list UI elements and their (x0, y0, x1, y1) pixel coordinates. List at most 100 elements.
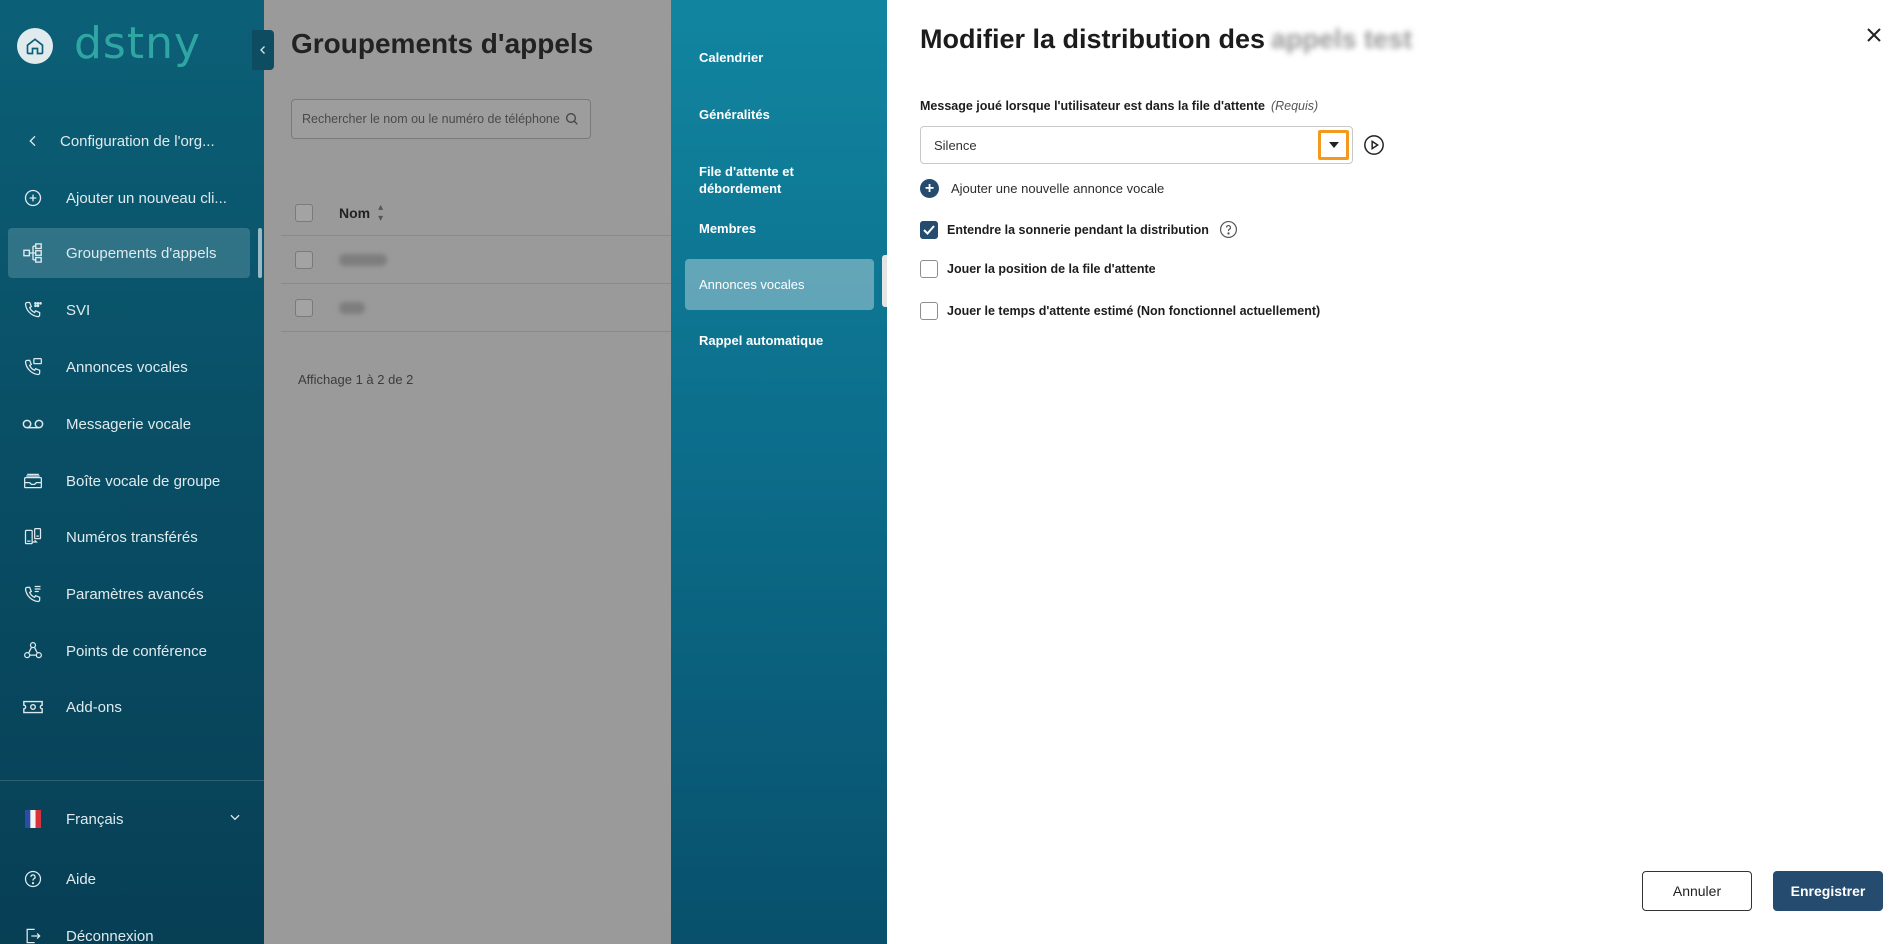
sidebar-item-label: Add-ons (66, 698, 122, 716)
queue-message-select[interactable]: Silence (920, 126, 1353, 164)
sidebar-item-call-groups[interactable]: Groupements d'appels (8, 228, 250, 278)
section-queue-overflow[interactable]: File d'attente et débordement (685, 163, 874, 197)
table-row[interactable] (281, 236, 671, 284)
logout-icon (8, 926, 58, 944)
home-icon (26, 38, 44, 55)
phone-keypad-icon (8, 300, 58, 320)
caret-down-icon (1328, 142, 1339, 148)
home-button[interactable] (17, 28, 53, 64)
sidebar-item-label: Ajouter un nouveau cli... (66, 189, 227, 207)
section-general[interactable]: Généralités (685, 106, 874, 123)
language-label: Français (66, 810, 124, 828)
cancel-button[interactable]: Annuler (1642, 871, 1752, 911)
collapse-sidebar-button[interactable] (252, 30, 274, 70)
help-circle-icon (8, 869, 58, 889)
section-auto-callback[interactable]: Rappel automatique (685, 332, 874, 349)
drawer-title-redacted: appels test (1271, 24, 1413, 54)
queue-message-value: Silence (934, 137, 977, 153)
french-flag-icon (8, 810, 58, 828)
estimated-wait-option[interactable]: Jouer le temps d'attente estimé (Non fon… (920, 302, 1320, 320)
voicemail-icon (8, 417, 58, 431)
plus-circle-icon: + (920, 179, 939, 198)
estimated-wait-checkbox[interactable] (920, 302, 938, 320)
dropdown-toggle[interactable] (1318, 130, 1349, 160)
search-icon (566, 113, 578, 125)
ringtone-label: Entendre la sonnerie pendant la distribu… (947, 222, 1209, 237)
search-input[interactable]: Rechercher le nom ou le numéro de téléph… (291, 99, 591, 139)
dstny-logo: dstny (74, 18, 202, 69)
sidebar-item-ivr[interactable]: SVI (8, 285, 250, 335)
help-circle-icon[interactable] (1219, 220, 1238, 239)
chevron-down-icon[interactable] (228, 810, 242, 829)
queue-message-label: Message joué lorsque l'utilisateur est d… (920, 99, 1318, 113)
conference-icon (8, 641, 58, 661)
row-checkbox[interactable] (295, 250, 313, 269)
sidebar-item-label: Points de conférence (66, 642, 207, 660)
hierarchy-icon (8, 243, 58, 263)
section-calendar[interactable]: Calendrier (685, 49, 874, 66)
sidebar-item-conference-points[interactable]: Points de conférence (8, 626, 250, 676)
page-title: Groupements d'appels (291, 28, 594, 59)
ringtone-during-distribution-option[interactable]: Entendre la sonnerie pendant la distribu… (920, 220, 1238, 239)
sidebar-item-label: Groupements d'appels (66, 244, 217, 262)
row-checkbox[interactable] (295, 298, 313, 317)
sidebar-item-voice-announcements[interactable]: Annonces vocales (8, 342, 250, 392)
edit-distribution-drawer: Modifier la distribution des appels test … (887, 0, 1902, 944)
sidebar-item-advanced-settings[interactable]: Paramètres avancés (8, 569, 250, 619)
sidebar-item-organisation-config[interactable]: Configuration de l'org... (8, 116, 250, 166)
sort-icon[interactable]: ▴ ▾ (378, 202, 383, 224)
close-button[interactable] (1866, 24, 1882, 48)
sidebar-item-group-voicebox[interactable]: Boîte vocale de groupe (8, 456, 250, 506)
close-icon (1867, 28, 1881, 42)
sidebar-item-label: Aide (66, 870, 97, 888)
section-navigation: Calendrier Généralités File d'attente et… (671, 0, 887, 944)
sidebar-item-label: Configuration de l'org... (60, 132, 215, 150)
sidebar-item-help[interactable]: Aide (8, 854, 250, 904)
sidebar-item-logout[interactable]: Déconnexion (8, 911, 250, 944)
sidebar-item-add-client[interactable]: Ajouter un nouveau cli... (8, 173, 250, 223)
language-selector[interactable]: Français (8, 794, 250, 844)
sidebar-item-add-ons[interactable]: Add-ons (8, 682, 250, 732)
pagination-info: Affichage 1 à 2 de 2 (298, 372, 414, 387)
phone-transfer-icon (8, 527, 58, 547)
save-button[interactable]: Enregistrer (1773, 871, 1883, 911)
queue-message-label-text: Message joué lorsque l'utilisateur est d… (920, 99, 1265, 113)
table-row[interactable] (281, 284, 671, 332)
plus-circle-icon (8, 188, 58, 208)
search-placeholder: Rechercher le nom ou le numéro de téléph… (302, 112, 560, 126)
phone-settings-icon (8, 584, 58, 604)
sidebar-item-label: Messagerie vocale (66, 415, 192, 433)
ticket-icon (8, 699, 58, 715)
required-hint: (Requis) (1270, 99, 1319, 113)
sidebar-item-forwarded-numbers[interactable]: Numéros transférés (8, 512, 250, 562)
inbox-icon (8, 472, 58, 490)
sidebar-divider (0, 780, 264, 781)
section-members[interactable]: Membres (685, 220, 874, 237)
select-all-checkbox[interactable] (295, 203, 313, 222)
sidebar-item-label: Déconnexion (66, 927, 154, 944)
sidebar-item-voicemail[interactable]: Messagerie vocale (8, 399, 250, 449)
active-indicator (258, 228, 262, 278)
sidebar-item-label: Paramètres avancés (66, 585, 204, 603)
ringtone-checkbox[interactable] (920, 220, 938, 239)
estimated-wait-label: Jouer le temps d'attente estimé (Non fon… (947, 304, 1321, 318)
drawer-title-text: Modifier la distribution des (920, 24, 1266, 54)
table-header: Nom ▴ ▾ (281, 190, 671, 236)
phone-message-icon (8, 357, 58, 377)
queue-position-option[interactable]: Jouer la position de la file d'attente (920, 260, 1156, 278)
main-content: Groupements d'appels Rechercher le nom o… (264, 0, 671, 944)
sidebar-item-label: Numéros transférés (66, 528, 198, 546)
sidebar-item-label: Annonces vocales (66, 358, 188, 376)
queue-position-checkbox[interactable] (920, 260, 938, 278)
sidebar-item-label: SVI (66, 301, 91, 319)
section-voice-announcements[interactable]: Annonces vocales (685, 259, 874, 310)
add-voice-announcement-label: Ajouter une nouvelle annonce vocale (951, 181, 1165, 196)
chevron-left-icon (260, 46, 265, 54)
chevron-left-icon (8, 133, 58, 149)
row-name-redacted (339, 253, 387, 266)
queue-position-label: Jouer la position de la file d'attente (947, 262, 1156, 276)
play-message-button[interactable] (1363, 134, 1385, 156)
column-header-name[interactable]: Nom (339, 205, 370, 221)
add-voice-announcement-link[interactable]: + Ajouter une nouvelle annonce vocale (920, 179, 1164, 198)
row-name-redacted (339, 301, 365, 314)
